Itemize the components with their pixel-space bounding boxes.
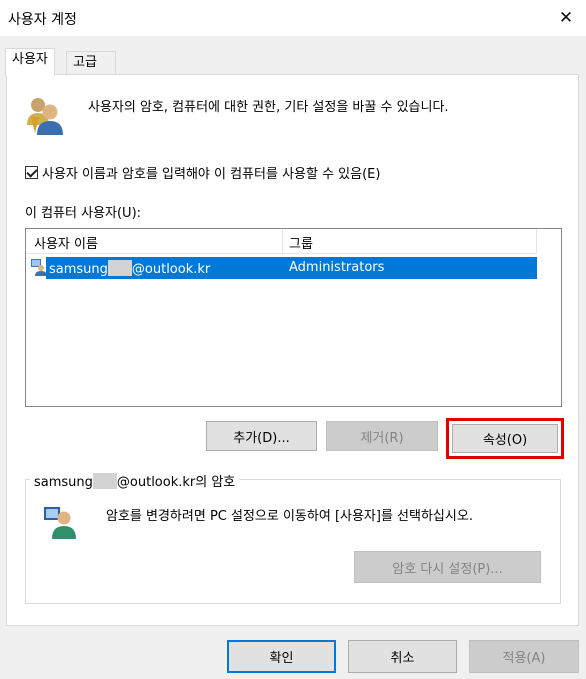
require-login-checkbox-row[interactable]: 사용자 이름과 암호를 입력해야 이 컴퓨터를 사용할 수 있음(E) <box>25 163 380 182</box>
group-title-prefix: samsung <box>34 475 93 490</box>
require-login-label: 사용자 이름과 암호를 입력해야 이 컴퓨터를 사용할 수 있음(E) <box>42 167 381 182</box>
password-group-title: samsung @outlook.kr의 암호 <box>30 471 240 490</box>
close-icon: ✕ <box>558 8 574 28</box>
password-group <box>25 479 561 604</box>
remove-user-button[interactable]: 제거(R) <box>326 421 438 451</box>
users-list-label: 이 컴퓨터 사용자(U): <box>25 206 142 221</box>
group-title-suffix: @outlook.kr의 암호 <box>116 475 236 490</box>
password-user-icon <box>44 507 76 539</box>
table-row[interactable]: samsung @outlook.kr Administrators <box>46 257 537 279</box>
window-title: 사용자 계정 <box>8 12 77 28</box>
add-user-button[interactable]: 추가(D)... <box>206 421 317 451</box>
description-text: 사용자의 암호, 컴퓨터에 대한 권한, 기타 설정을 바꿀 수 있습니다. <box>88 100 449 115</box>
users-icon <box>27 98 63 135</box>
tab-users[interactable]: 사용자 <box>5 48 55 76</box>
title-bar: 사용자 계정 ✕ <box>0 0 586 36</box>
user-name-suffix: @outlook.kr <box>131 262 211 277</box>
users-list[interactable]: 사용자 이름 그룹 samsung @outlook.kr Administrat… <box>25 228 562 407</box>
require-login-checkbox[interactable] <box>25 166 38 179</box>
password-message: 암호를 변경하려면 PC 설정으로 이동하여 [사용자]를 선택하십시오. <box>106 509 473 524</box>
column-group[interactable]: 그룹 <box>289 233 313 252</box>
reset-password-button[interactable]: 암호 다시 설정(P)... <box>354 551 541 583</box>
column-divider[interactable] <box>282 229 283 253</box>
column-user-name[interactable]: 사용자 이름 <box>34 233 98 252</box>
group-cell: Administrators <box>289 260 385 275</box>
column-divider[interactable] <box>536 229 537 253</box>
tab-advanced[interactable]: 고급 <box>66 51 116 75</box>
redacted-mask <box>107 260 132 276</box>
properties-button[interactable]: 속성(O) <box>452 424 558 453</box>
list-header: 사용자 이름 그룹 <box>26 229 537 254</box>
cancel-button[interactable]: 취소 <box>348 640 457 673</box>
redacted-mask <box>92 473 117 489</box>
close-button[interactable]: ✕ <box>552 6 580 30</box>
user-name-prefix: samsung <box>49 262 108 277</box>
user-row-icon <box>31 259 47 276</box>
ok-button[interactable]: 확인 <box>227 640 336 673</box>
apply-button[interactable]: 적용(A) <box>469 640 579 673</box>
user-name-cell: samsung @outlook.kr <box>49 260 210 277</box>
